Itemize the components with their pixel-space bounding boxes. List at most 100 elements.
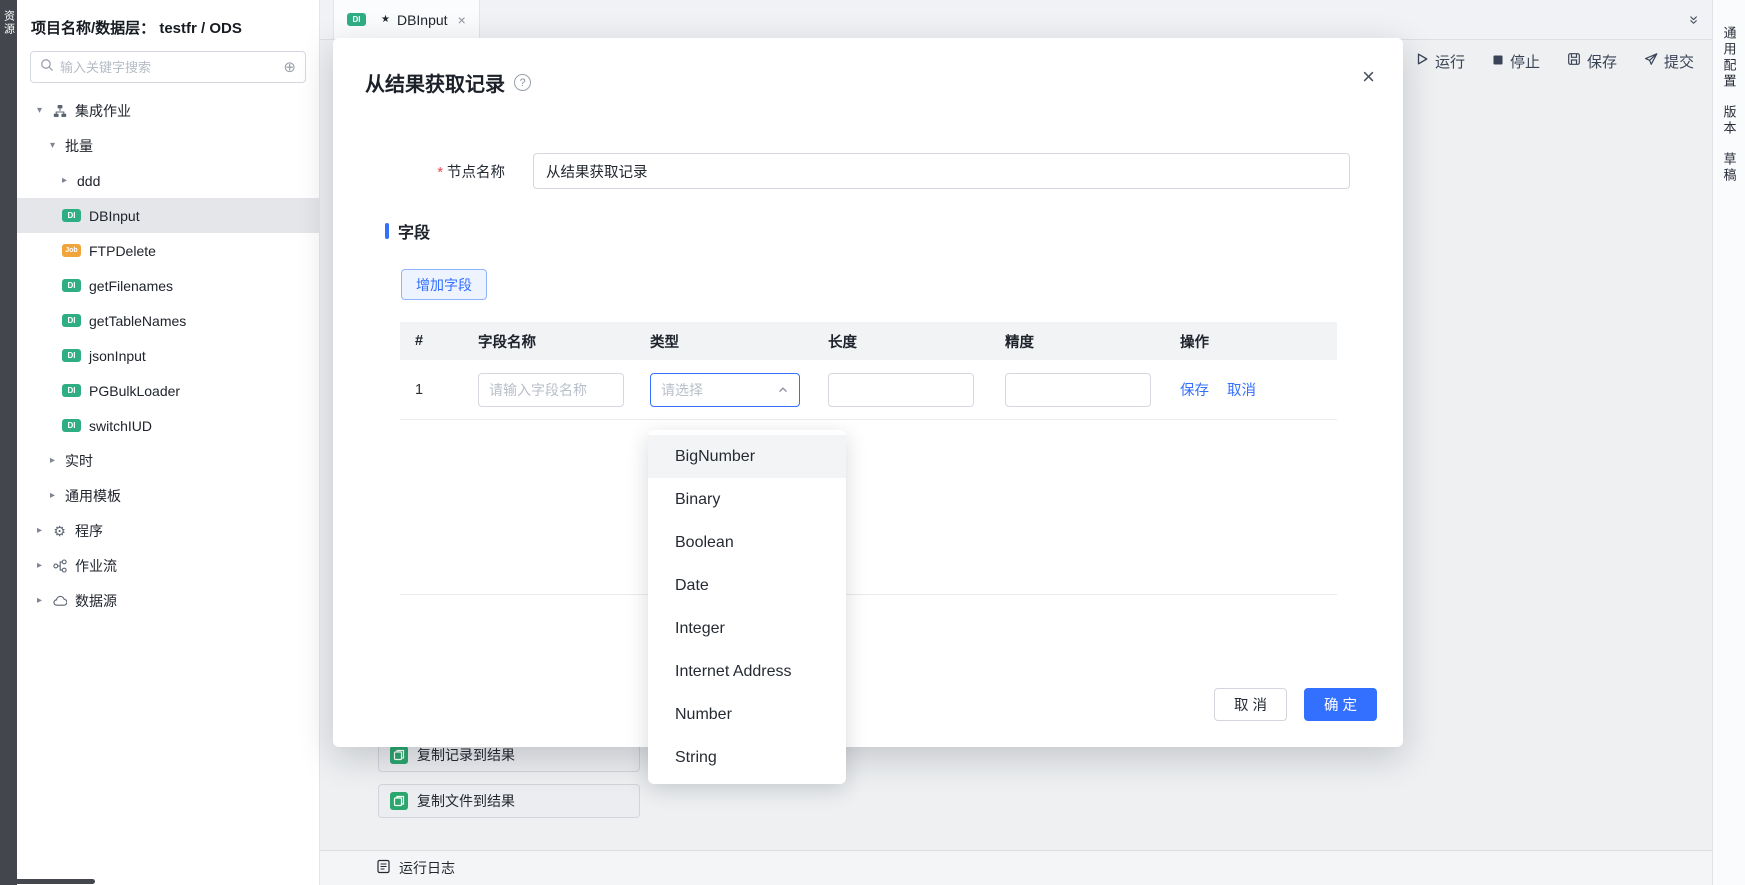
col-index: # <box>415 333 478 349</box>
di-badge-icon: DI <box>62 209 81 222</box>
type-option-binary[interactable]: Binary <box>648 478 846 521</box>
expand-arrow-icon[interactable]: ▸ <box>50 455 65 466</box>
col-length: 长度 <box>828 331 1005 352</box>
tree-item-label: getTableNames <box>89 313 186 329</box>
expand-arrow-icon[interactable]: ▸ <box>62 175 77 186</box>
fields-section-header: 字段 <box>385 219 1403 243</box>
type-option-date[interactable]: Date <box>648 564 846 607</box>
tree-item-programs[interactable]: ▸ ⚙ 程序 <box>17 513 319 548</box>
tree-item-ftpdelete[interactable]: Job FTPDelete <box>17 233 319 268</box>
submit-button[interactable]: 提交 <box>1644 51 1694 72</box>
tree-item-batch[interactable]: ▾ 批量 <box>17 128 319 163</box>
type-option-bignumber[interactable]: BigNumber <box>648 435 846 478</box>
tab-bar: DI ★ DBInput × » <box>320 0 1712 40</box>
search-box[interactable]: ⊕ <box>30 51 306 83</box>
tree-item-integration-jobs[interactable]: ▾ 集成作业 <box>17 93 319 128</box>
tree-item-gettablenames[interactable]: DI getTableNames <box>17 303 319 338</box>
right-rail-general-config[interactable]: 通用配置 <box>1720 26 1739 90</box>
datasource-cloud-icon <box>52 593 67 608</box>
run-icon <box>1415 52 1429 70</box>
dialog-footer: 取 消 确 定 <box>1214 688 1377 721</box>
tree-item-templates[interactable]: ▸ 通用模板 <box>17 478 319 513</box>
dialog-header: 从结果获取记录 ? <box>333 38 1403 97</box>
dialog-title: 从结果获取记录 <box>365 68 505 97</box>
table-header-row: # 字段名称 类型 长度 精度 操作 <box>400 322 1337 360</box>
di-badge-icon: DI <box>62 279 81 292</box>
tree-item-realtime[interactable]: ▸ 实时 <box>17 443 319 478</box>
run-label: 运行 <box>1435 51 1465 72</box>
tab-close-icon[interactable]: × <box>458 12 466 28</box>
type-select-placeholder: 请选择 <box>661 380 703 400</box>
collapse-arrow-icon[interactable]: ▾ <box>37 105 52 116</box>
search-input[interactable] <box>60 60 277 75</box>
tree-item-pgbulkloader[interactable]: DI PGBulkLoader <box>17 373 319 408</box>
save-button[interactable]: 保存 <box>1567 51 1617 72</box>
horizontal-scrollbar-thumb[interactable] <box>1 879 95 884</box>
tree-item-label: jsonInput <box>89 348 146 364</box>
locate-file-icon[interactable]: ⊕ <box>283 60 296 75</box>
tree-item-dbinput[interactable]: DI DBInput <box>17 198 319 233</box>
type-option-number[interactable]: Number <box>648 693 846 736</box>
node-name-input[interactable] <box>533 153 1350 189</box>
type-option-boolean[interactable]: Boolean <box>648 521 846 564</box>
row-actions: 保存 取消 <box>1180 379 1337 400</box>
right-rail-versions[interactable]: 版本 <box>1720 105 1739 137</box>
tree-item-jsoninput[interactable]: DI jsonInput <box>17 338 319 373</box>
required-mark: * <box>437 165 443 181</box>
type-option-integer[interactable]: Integer <box>648 607 846 650</box>
resources-tab[interactable]: 资源 <box>1 10 17 885</box>
tree-item-switchiud[interactable]: DI switchIUD <box>17 408 319 443</box>
tree-item-label: 程序 <box>75 521 103 541</box>
palette-copy-files-button[interactable]: 复制文件到结果 <box>378 784 640 818</box>
dialog-close-icon[interactable]: × <box>1362 66 1375 88</box>
project-header: 项目名称/数据层： testfr / ODS <box>17 0 319 51</box>
run-log-panel-header[interactable]: 运行日志 <box>320 850 1712 885</box>
palette-button-label: 复制文件到结果 <box>417 791 515 811</box>
di-badge-icon: DI <box>62 419 81 432</box>
tree-item-workflows[interactable]: ▸ 作业流 <box>17 548 319 583</box>
dialog-cancel-button[interactable]: 取 消 <box>1214 688 1287 721</box>
di-badge-icon: DI <box>62 384 81 397</box>
tree-item-label: 批量 <box>65 136 93 156</box>
length-input[interactable] <box>828 373 974 407</box>
stop-button[interactable]: 停止 <box>1492 51 1540 72</box>
collapse-toolbar-chevron-icon[interactable]: » <box>1689 11 1712 29</box>
table-row: 1 请选择 保存 取消 <box>400 360 1337 420</box>
length-cell <box>828 373 1005 407</box>
tab-dbinput[interactable]: DI ★ DBInput × <box>333 0 480 39</box>
workflow-icon <box>52 558 67 573</box>
di-badge-icon: DI <box>62 314 81 327</box>
row-cancel-link[interactable]: 取消 <box>1227 379 1256 400</box>
collapse-arrow-icon[interactable]: ▾ <box>50 140 65 151</box>
tree-item-label: getFilenames <box>89 278 173 294</box>
tree-item-label: 通用模板 <box>65 486 121 506</box>
row-save-link[interactable]: 保存 <box>1180 379 1209 400</box>
save-label: 保存 <box>1587 51 1617 72</box>
expand-arrow-icon[interactable]: ▸ <box>50 490 65 501</box>
add-field-button[interactable]: 增加字段 <box>401 269 487 300</box>
tab-label: DBInput <box>397 12 448 28</box>
submit-label: 提交 <box>1664 51 1694 72</box>
tree-item-ddd[interactable]: ▸ ddd <box>17 163 319 198</box>
help-icon[interactable]: ? <box>514 74 531 91</box>
run-button[interactable]: 运行 <box>1415 51 1465 72</box>
col-field-name: 字段名称 <box>478 331 650 352</box>
right-rail-drafts[interactable]: 草稿 <box>1720 152 1739 184</box>
expand-arrow-icon[interactable]: ▸ <box>37 525 52 536</box>
type-option-internet-address[interactable]: Internet Address <box>648 650 846 693</box>
fields-table: # 字段名称 类型 长度 精度 操作 1 请选择 保存 <box>400 322 1337 420</box>
tree-item-getfilenames[interactable]: DI getFilenames <box>17 268 319 303</box>
field-name-cell <box>478 373 650 407</box>
type-dropdown: BigNumber Binary Boolean Date Integer In… <box>648 430 846 784</box>
tree-item-datasources[interactable]: ▸ 数据源 <box>17 583 319 618</box>
tree-item-label: 集成作业 <box>75 101 131 121</box>
type-option-string[interactable]: String <box>648 736 846 779</box>
gear-icon: ⚙ <box>52 523 67 538</box>
field-name-input[interactable] <box>478 373 624 407</box>
type-select[interactable]: 请选择 <box>650 373 800 407</box>
precision-input[interactable] <box>1005 373 1151 407</box>
dialog-confirm-button[interactable]: 确 定 <box>1304 688 1377 721</box>
palette-button-label: 复制记录到结果 <box>417 745 515 765</box>
expand-arrow-icon[interactable]: ▸ <box>37 560 52 571</box>
expand-arrow-icon[interactable]: ▸ <box>37 595 52 606</box>
